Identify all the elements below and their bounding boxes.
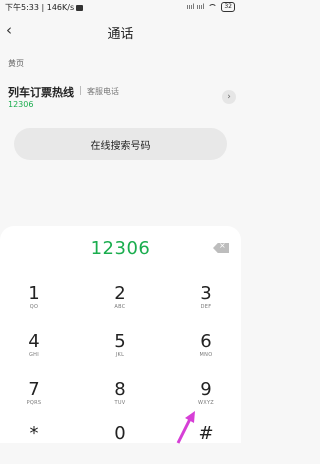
key-2[interactable]: 2 ABC (90, 284, 150, 324)
key-letters: WXYZ (197, 400, 215, 406)
key-3[interactable]: 3 DEF (176, 284, 236, 324)
key-digit: 2 (114, 283, 126, 304)
key-4[interactable]: 4 GHI (4, 332, 64, 372)
key-digit: * (29, 423, 39, 444)
key-1[interactable]: 1 QO (4, 284, 64, 324)
key-letters: MNO (199, 352, 213, 358)
key-letters: JKL (115, 352, 125, 358)
key-letters: DEF (200, 304, 212, 310)
key-letters: TUV (114, 400, 126, 406)
key-digit: 5 (114, 331, 126, 352)
key-letters: QO (29, 304, 39, 310)
key-star[interactable]: * (4, 424, 64, 464)
key-0[interactable]: 0 (90, 424, 150, 464)
key-digit: 0 (114, 423, 126, 444)
header: ‹ 通话 (0, 18, 241, 44)
key-digit: 9 (200, 379, 212, 400)
key-digit: 1 (28, 283, 40, 304)
key-7[interactable]: 7 PQRS (4, 380, 64, 420)
dialpad-panel: 12306 × 1 QO 2 ABC 3 DEF 4 GHI 5 JKL 6 M… (0, 226, 241, 444)
contact-name: 列车订票热线 (8, 86, 74, 99)
status-time-speed: 下午5:33 | 146K/s (5, 2, 84, 13)
annotation-arrow-icon (176, 411, 195, 444)
status-time-text: 下午5:33 | 146K/s (5, 3, 75, 12)
contact-card[interactable]: 列车订票热线 客服电话 12306 › (0, 80, 241, 116)
key-letters: ABC (114, 304, 126, 310)
wifi-icon (208, 3, 218, 11)
key-5[interactable]: 5 JKL (90, 332, 150, 372)
key-6[interactable]: 6 MNO (176, 332, 236, 372)
contact-number: 12306 (8, 100, 34, 109)
key-digit: 8 (114, 379, 126, 400)
notification-icon (76, 4, 84, 11)
search-online-button[interactable]: 在线搜索号码 (14, 128, 227, 160)
key-8[interactable]: 8 TUV (90, 380, 150, 420)
key-digit: 4 (28, 331, 40, 352)
section-label: 黄页 (8, 59, 24, 68)
signal-icon: ıııl ıııl (186, 3, 205, 11)
page-title: 通话 (107, 27, 134, 42)
battery-icon: 32 (221, 2, 235, 12)
divider (80, 86, 81, 95)
status-icons: ıııl ıııl 32 (187, 2, 235, 12)
key-digit: 3 (200, 283, 212, 304)
key-letters: PQRS (26, 400, 42, 406)
chevron-right-icon[interactable]: › (222, 90, 236, 104)
contact-type: 客服电话 (87, 87, 119, 96)
dialed-number: 12306 (90, 238, 151, 259)
key-digit: 6 (200, 331, 212, 352)
key-letters: GHI (28, 352, 39, 358)
status-bar: 下午5:33 | 146K/s ıııl ıııl 32 (0, 0, 241, 14)
key-digit: 7 (28, 379, 40, 400)
